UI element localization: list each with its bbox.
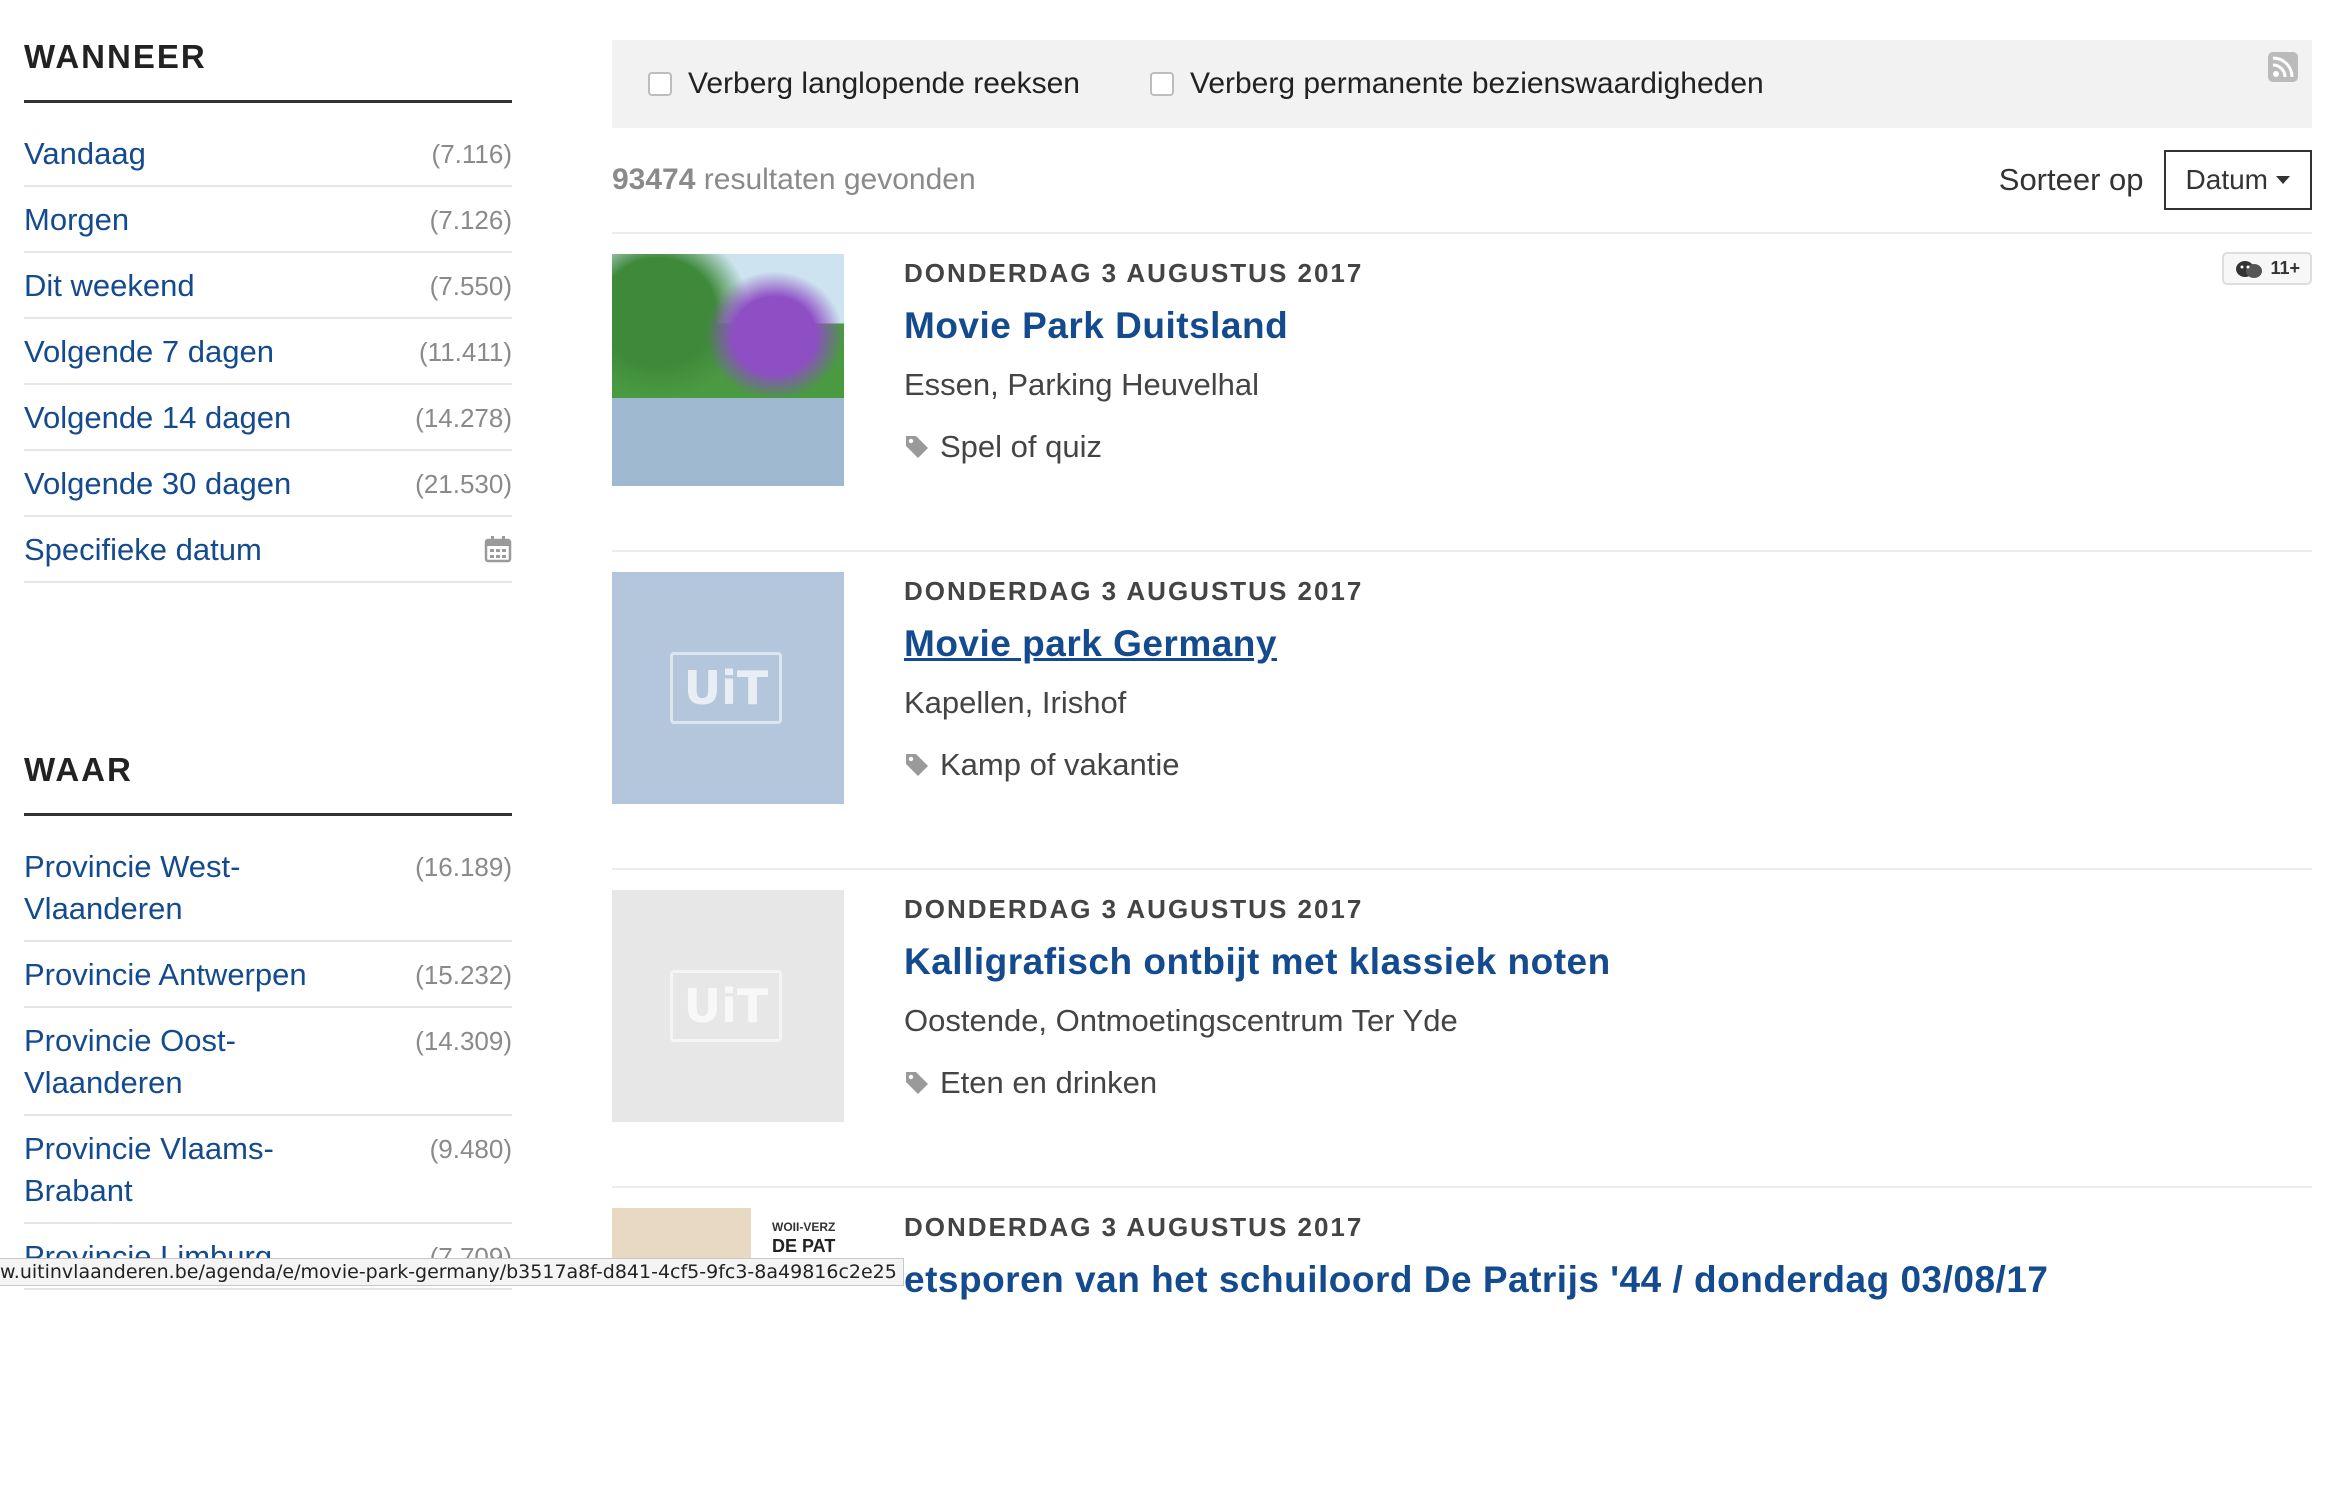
facet-list-where: Provincie West-Vlaanderen (16.189) Provi… bbox=[24, 834, 512, 1290]
event-thumbnail[interactable] bbox=[612, 254, 844, 486]
facet-item-oost-vlaanderen[interactable]: Provincie Oost-Vlaanderen (14.309) bbox=[24, 1008, 512, 1116]
event-title-link[interactable]: Movie Park Duitsland bbox=[904, 305, 1363, 347]
results-count-suffix: resultaten gevonden bbox=[695, 163, 976, 196]
browser-status-bar: w.uitinvlaanderen.be/agenda/e/movie-park… bbox=[0, 1258, 904, 1286]
facet-item-specific-date[interactable]: Specifieke datum bbox=[24, 517, 512, 583]
event-title-link[interactable]: Movie park Germany bbox=[904, 623, 1363, 665]
facet-list-when: Vandaag (7.116) Morgen (7.126) Dit weeke… bbox=[24, 121, 512, 583]
results-header: 93474 resultaten gevonden Sorteer op Dat… bbox=[612, 128, 2312, 234]
facet-link[interactable]: Specifieke datum bbox=[24, 529, 262, 571]
facet-count: (14.278) bbox=[415, 403, 512, 433]
event-title-link[interactable]: Kalligrafisch ontbijt met klassiek noten bbox=[904, 941, 1611, 983]
facet-count: (7.126) bbox=[429, 205, 512, 235]
event-date: DONDERDAG 3 AUGUSTUS 2017 bbox=[904, 576, 1364, 606]
event-location: Kapellen, Irishof bbox=[904, 685, 1127, 720]
facet-count: (15.232) bbox=[415, 960, 512, 990]
event-date: DONDERDAG 3 AUGUSTUS 2017 bbox=[904, 1212, 1364, 1242]
facet-item-today[interactable]: Vandaag (7.116) bbox=[24, 121, 512, 187]
tag-icon bbox=[906, 1072, 928, 1094]
event-item: UiT DONDERDAG 3 AUGUSTUS 2017 Kalligrafi… bbox=[612, 870, 2312, 1188]
poster-text: WOII-VERZ bbox=[772, 1220, 836, 1234]
facet-title-where: WAAR bbox=[24, 713, 512, 816]
facet-count: (7.550) bbox=[429, 271, 512, 301]
facet-link[interactable]: Provincie Oost-Vlaanderen bbox=[24, 1020, 354, 1104]
facet-link[interactable]: Morgen bbox=[24, 199, 129, 241]
facet-link[interactable]: Volgende 7 dagen bbox=[24, 331, 274, 373]
facet-count: (11.411) bbox=[419, 337, 512, 367]
event-tag-label: Spel of quiz bbox=[940, 429, 1102, 464]
uit-logo: UiT bbox=[670, 970, 782, 1042]
event-info: DONDERDAG 3 AUGUSTUS 2017 Movie park Ger… bbox=[904, 572, 1363, 868]
facet-link[interactable]: Dit weekend bbox=[24, 265, 195, 307]
facet-item-next-30-days[interactable]: Volgende 30 dagen (21.530) bbox=[24, 451, 512, 517]
tag-icon bbox=[906, 754, 928, 776]
event-tag: Eten en drinken bbox=[904, 1065, 1611, 1101]
sort-control: Sorteer op Datum bbox=[1999, 150, 2312, 210]
drama-masks-icon bbox=[2236, 260, 2263, 278]
event-info: DONDERDAG 3 AUGUSTUS 2017 Movie Park Dui… bbox=[904, 254, 1363, 550]
event-tag-label: Kamp of vakantie bbox=[940, 747, 1180, 782]
event-tag-label: Eten en drinken bbox=[940, 1065, 1158, 1100]
event-thumbnail[interactable]: UiT bbox=[612, 572, 844, 804]
event-location: Oostende, Ontmoetingscentrum Ter Yde bbox=[904, 1003, 1458, 1038]
event-date: DONDERDAG 3 AUGUSTUS 2017 bbox=[904, 258, 1364, 288]
event-info: DONDERDAG 3 AUGUSTUS 2017 etsporen van h… bbox=[904, 1208, 2048, 1506]
sort-label: Sorteer op bbox=[1998, 162, 2144, 197]
event-thumbnail[interactable]: UiT bbox=[612, 890, 844, 1122]
event-title-link[interactable]: etsporen van het schuiloord De Patrijs '… bbox=[904, 1259, 2048, 1301]
age-label: 11+ bbox=[2270, 258, 2300, 278]
facet-item-west-vlaanderen[interactable]: Provincie West-Vlaanderen (16.189) bbox=[24, 834, 512, 942]
facet-count: (7.116) bbox=[431, 139, 512, 169]
hide-long-running-checkbox[interactable]: Verberg langlopende reeksen bbox=[648, 67, 1080, 101]
poster-text: DE PAT bbox=[772, 1236, 836, 1256]
facet-count: (21.530) bbox=[415, 469, 512, 499]
event-item: DONDERDAG 3 AUGUSTUS 2017 Movie Park Dui… bbox=[612, 234, 2312, 552]
facet-link[interactable]: Volgende 14 dagen bbox=[24, 397, 291, 439]
results-count-number: 93474 bbox=[612, 163, 696, 196]
event-info: DONDERDAG 3 AUGUSTUS 2017 Kalligrafisch … bbox=[904, 890, 1611, 1186]
facet-link[interactable]: Provincie Vlaams-Brabant bbox=[24, 1128, 354, 1212]
results-count: 93474 resultaten gevonden bbox=[612, 163, 976, 197]
event-date: DONDERDAG 3 AUGUSTUS 2017 bbox=[904, 894, 1364, 924]
facet-count: (16.189) bbox=[415, 852, 512, 882]
facet-link[interactable]: Provincie Antwerpen bbox=[24, 954, 307, 996]
event-item: UiT DONDERDAG 3 AUGUSTUS 2017 Movie park… bbox=[612, 552, 2312, 870]
checkbox-label: Verberg permanente bezienswaardigheden bbox=[1189, 67, 1764, 100]
facet-sidebar: WANNEER Vandaag (7.116) Morgen (7.126) D… bbox=[24, 0, 512, 1290]
facet-item-weekend[interactable]: Dit weekend (7.550) bbox=[24, 253, 512, 319]
facet-link[interactable]: Volgende 30 dagen bbox=[24, 463, 291, 505]
facet-count: (14.309) bbox=[415, 1026, 512, 1056]
tag-icon bbox=[906, 436, 928, 458]
checkbox-label: Verberg langlopende reeksen bbox=[688, 67, 1080, 100]
sort-dropdown[interactable]: Datum bbox=[2163, 150, 2312, 210]
facet-item-vlaams-brabant[interactable]: Provincie Vlaams-Brabant (9.480) bbox=[24, 1116, 512, 1224]
event-item: WOII-VERZ DE PAT DONDERDAG 3 AUGUSTUS 20… bbox=[612, 1188, 2312, 1506]
facet-link[interactable]: Provincie West-Vlaanderen bbox=[24, 846, 354, 930]
sort-value: Datum bbox=[2185, 164, 2268, 195]
age-badge: 11+ bbox=[2222, 252, 2312, 285]
uit-logo: UiT bbox=[670, 652, 782, 724]
filter-bar: Verberg langlopende reeksen Verberg perm… bbox=[612, 40, 2312, 128]
facet-item-antwerpen[interactable]: Provincie Antwerpen (15.232) bbox=[24, 942, 512, 1008]
facet-count: (9.480) bbox=[429, 1134, 512, 1164]
facet-link[interactable]: Vandaag bbox=[24, 133, 146, 175]
calendar-icon[interactable] bbox=[484, 535, 512, 563]
event-tag: Kamp of vakantie bbox=[904, 747, 1363, 783]
hide-permanent-checkbox[interactable]: Verberg permanente bezienswaardigheden bbox=[1149, 67, 1764, 101]
caret-down-icon bbox=[2276, 176, 2290, 184]
facet-item-next-14-days[interactable]: Volgende 14 dagen (14.278) bbox=[24, 385, 512, 451]
checkbox[interactable] bbox=[648, 72, 672, 96]
checkbox[interactable] bbox=[1149, 72, 1174, 96]
event-tag: Spel of quiz bbox=[904, 429, 1363, 465]
facet-title-when: WANNEER bbox=[24, 0, 512, 103]
facet-item-tomorrow[interactable]: Morgen (7.126) bbox=[24, 187, 512, 253]
facet-item-next-7-days[interactable]: Volgende 7 dagen (11.411) bbox=[24, 319, 512, 385]
rss-icon[interactable] bbox=[2268, 52, 2298, 82]
event-location: Essen, Parking Heuvelhal bbox=[904, 367, 1259, 402]
results-main: Verberg langlopende reeksen Verberg perm… bbox=[612, 40, 2312, 1506]
